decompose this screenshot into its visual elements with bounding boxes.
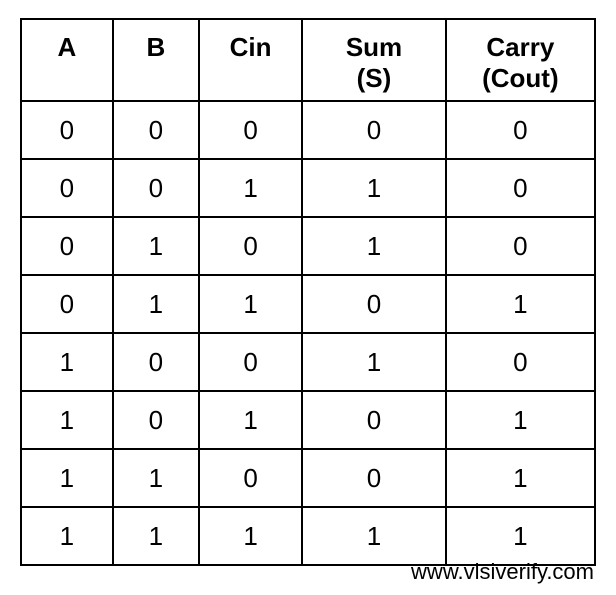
table-body: 0 0 0 0 0 0 0 1 1 0 0 1 0 1 0 0 1 1 0 1 [21,101,595,565]
table-cell: 0 [446,217,595,275]
col-header-sublabel: (S) [307,63,441,94]
col-header-sum: Sum (S) [302,19,446,101]
table-cell: 1 [446,449,595,507]
table-row: 1 1 0 0 1 [21,449,595,507]
table-cell: 0 [446,159,595,217]
col-header-label: Cin [204,32,297,63]
table-cell: 1 [302,507,446,565]
table-cell: 1 [113,449,199,507]
truth-table: A B Cin Sum (S) Carry (Cout) 0 0 [20,18,596,566]
col-header-sublabel: (Cout) [451,63,590,94]
table-cell: 0 [302,391,446,449]
attribution-text: www.vlsiverify.com [411,559,594,585]
col-header-label: B [118,32,194,63]
col-header-label: Sum [307,32,441,63]
table-cell: 0 [199,217,302,275]
table-cell: 1 [446,275,595,333]
table-cell: 0 [446,333,595,391]
table-row: 0 1 0 1 0 [21,217,595,275]
col-header-b: B [113,19,199,101]
col-header-label: A [26,32,108,63]
table-cell: 1 [446,507,595,565]
table-cell: 0 [113,101,199,159]
table-cell: 0 [199,101,302,159]
table-cell: 0 [199,333,302,391]
table-cell: 1 [21,507,113,565]
col-header-cin: Cin [199,19,302,101]
col-header-a: A [21,19,113,101]
table-cell: 0 [113,333,199,391]
table-cell: 1 [113,275,199,333]
table-cell: 0 [446,101,595,159]
table-row: 1 1 1 1 1 [21,507,595,565]
table-row: 1 0 1 0 1 [21,391,595,449]
table-cell: 0 [113,391,199,449]
table-row: 0 0 1 1 0 [21,159,595,217]
table-cell: 1 [446,391,595,449]
col-header-label: Carry [451,32,590,63]
table-cell: 1 [21,333,113,391]
col-header-carry: Carry (Cout) [446,19,595,101]
table-cell: 1 [199,391,302,449]
table-cell: 0 [21,275,113,333]
table-cell: 1 [199,159,302,217]
table-cell: 0 [302,449,446,507]
table-cell: 1 [302,159,446,217]
table-cell: 1 [21,391,113,449]
table-cell: 1 [113,217,199,275]
table-cell: 0 [21,159,113,217]
table-cell: 0 [21,101,113,159]
table-cell: 1 [199,507,302,565]
table-row: 0 1 1 0 1 [21,275,595,333]
table-cell: 1 [113,507,199,565]
table-cell: 0 [199,449,302,507]
table-cell: 0 [113,159,199,217]
table-cell: 1 [21,449,113,507]
table-cell: 1 [302,217,446,275]
table-cell: 0 [302,275,446,333]
table-cell: 0 [302,101,446,159]
table-row: 0 0 0 0 0 [21,101,595,159]
table-row: 1 0 0 1 0 [21,333,595,391]
table-cell: 0 [21,217,113,275]
table-header-row: A B Cin Sum (S) Carry (Cout) [21,19,595,101]
table-cell: 1 [199,275,302,333]
table-cell: 1 [302,333,446,391]
